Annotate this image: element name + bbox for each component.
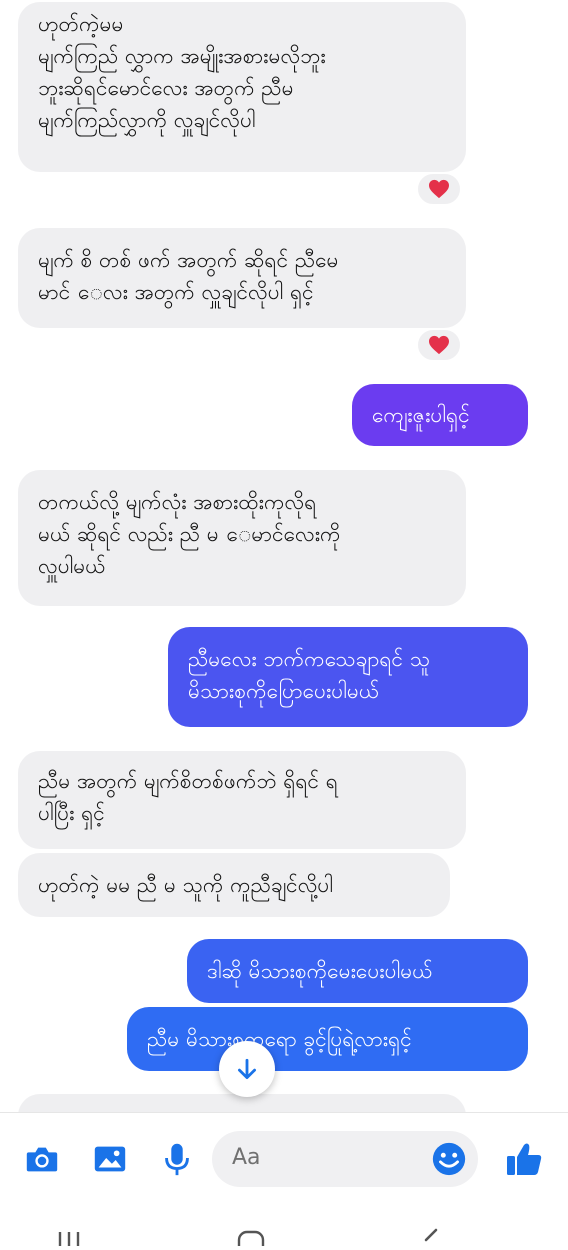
thumbs-up-icon xyxy=(507,1143,542,1175)
scroll-to-bottom-button[interactable] xyxy=(219,1041,275,1097)
conversation-thread[interactable]: ဟုတ်ကဲ့မမ မျက်ကြည် လွှာက အမျိုးအစားမလိုဘ… xyxy=(0,0,568,1112)
gallery-button[interactable] xyxy=(90,1139,130,1179)
microphone-icon xyxy=(165,1143,189,1176)
message-input[interactable]: Aa xyxy=(212,1131,478,1187)
message-input-placeholder: Aa xyxy=(232,1145,261,1170)
outgoing-message[interactable]: ဒါဆို မိသားစုကိုမေးပေးပါမယ် xyxy=(187,939,528,1003)
image-icon xyxy=(94,1146,126,1172)
incoming-message[interactable]: တကယ်လို့ မျက်လုံး အစားထိုးကုလိုရ မယ် ဆို… xyxy=(18,470,466,606)
recent-apps-icon xyxy=(58,1232,80,1246)
back-button[interactable] xyxy=(414,1228,444,1246)
back-icon xyxy=(424,1228,438,1242)
incoming-message[interactable]: မျက် စိ တစ် ဖက် အတွက် ဆိုရင် ညီမေ မာင် ေ… xyxy=(18,228,466,328)
outgoing-message[interactable]: ကျေးဇူးပါရှင့် xyxy=(352,384,528,446)
emoji-button[interactable] xyxy=(430,1140,468,1178)
home-icon xyxy=(237,1230,265,1250)
home-button[interactable] xyxy=(236,1228,266,1250)
outgoing-message[interactable]: ညီမ မိသားစုကရော ခွင့်ပြုရဲ့လားရှင့် xyxy=(127,1007,528,1071)
arrow-down-icon xyxy=(238,1058,256,1080)
emoji-icon xyxy=(432,1142,466,1176)
voice-button[interactable] xyxy=(157,1139,197,1179)
message-reaction[interactable] xyxy=(416,328,462,362)
incoming-message[interactable]: ဟုတ်ကဲ့မမ မျက်ကြည် လွှာက အမျိုးအစားမလိုဘ… xyxy=(18,2,466,172)
camera-icon xyxy=(26,1147,58,1172)
incoming-message[interactable]: ညီမ အတွက် မျက်စိတစ်ဖက်ဘဲ ရှိရင် ရ ပါပြီး… xyxy=(18,751,466,849)
heart-icon xyxy=(429,335,449,355)
heart-icon xyxy=(429,179,449,199)
system-navigation-bar xyxy=(0,1208,568,1250)
camera-button[interactable] xyxy=(22,1139,62,1179)
recent-apps-button[interactable] xyxy=(54,1228,84,1246)
like-button[interactable] xyxy=(504,1139,544,1179)
incoming-message[interactable]: ဟုတ်ကဲ့ မမ ညီ မ သူကို ကူညီချင်လို့ပါ xyxy=(18,853,450,917)
message-composer: Aa xyxy=(0,1112,568,1209)
outgoing-message[interactable]: ညီမလေး ဘက်ကသေချာရင် သူ မိသားစုကိုပြောပေး… xyxy=(168,627,528,727)
message-reaction[interactable] xyxy=(416,172,462,206)
